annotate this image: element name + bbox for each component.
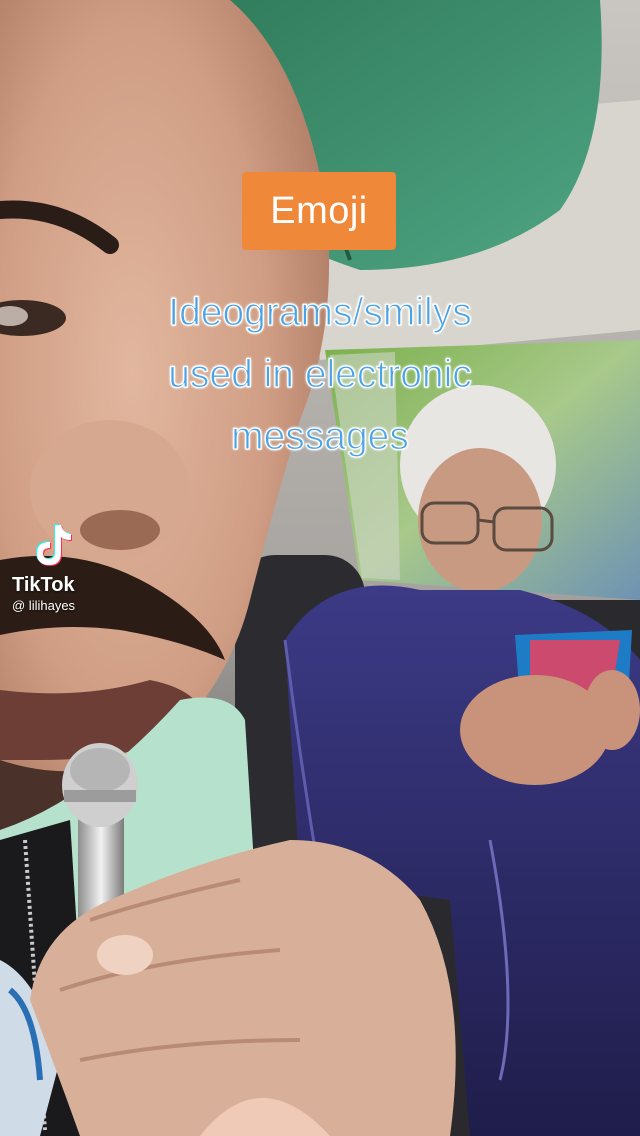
caption-line: used in electronic [168,352,473,396]
video-frame[interactable]: Emoji Ideograms/smilys used in electroni… [0,0,640,1136]
definition-caption: Ideograms/smilys used in electronic mess… [80,282,560,468]
watermark-brand: TikTok [12,574,75,596]
video-scene [0,0,640,1136]
watermark-handle: @ lilihayes [12,598,76,613]
caption-line: messages [231,414,410,458]
tiktok-logo-icon [36,524,72,566]
topic-tag: Emoji [242,172,396,250]
caption-line: Ideograms/smilys [168,290,473,334]
